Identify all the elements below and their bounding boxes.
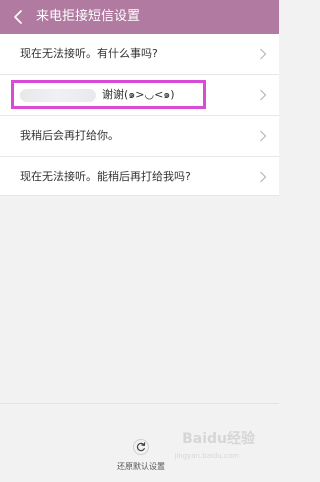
blurred-text bbox=[20, 89, 96, 102]
refresh-icon bbox=[133, 439, 149, 455]
reset-label: 还原默认设置 bbox=[117, 462, 165, 471]
message-text: 我稍后会再打给你。 bbox=[20, 129, 119, 142]
back-button[interactable] bbox=[10, 8, 26, 26]
message-item[interactable]: 谢谢(๑>◡<๑) bbox=[0, 75, 279, 116]
top-bar: 来电拒接短信设置 bbox=[0, 0, 279, 34]
watermark-url: jingyan.baidu.com bbox=[174, 452, 239, 460]
reply-message-list: 现在无法接听。有什么事吗? 谢谢(๑>◡<๑) 我稍后会再打给你。 现在无法接听… bbox=[0, 34, 279, 196]
message-text: 现在无法接听。有什么事吗? bbox=[20, 47, 158, 60]
message-item[interactable]: 我稍后会再打给你。 bbox=[0, 116, 279, 157]
chevron-left-icon bbox=[14, 10, 22, 24]
chevron-right-icon bbox=[260, 171, 267, 183]
message-item[interactable]: 现在无法接听。能稍后再打给我吗? bbox=[0, 157, 279, 196]
reset-default-button[interactable]: 还原默认设置 bbox=[108, 438, 174, 472]
watermark-logo: Baidu经验 bbox=[182, 431, 255, 447]
divider bbox=[0, 403, 279, 404]
chevron-right-icon bbox=[260, 130, 267, 142]
chevron-right-icon bbox=[260, 48, 267, 60]
message-text: 现在无法接听。能稍后再打给我吗? bbox=[20, 170, 191, 183]
message-text: 谢谢(๑>◡<๑) bbox=[102, 88, 175, 101]
chevron-right-icon bbox=[260, 89, 267, 101]
message-item[interactable]: 现在无法接听。有什么事吗? bbox=[0, 34, 279, 75]
page-title: 来电拒接短信设置 bbox=[36, 9, 141, 24]
